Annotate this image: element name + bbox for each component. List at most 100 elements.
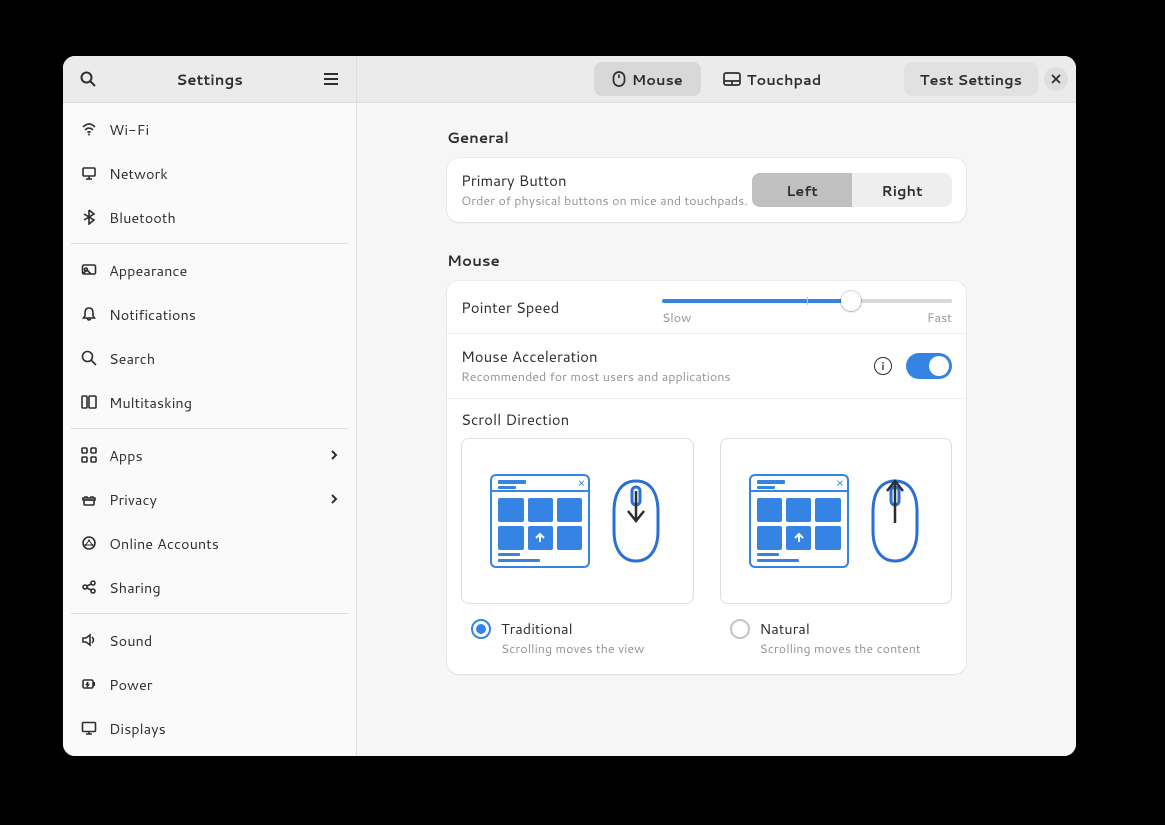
- sidebar-item-search[interactable]: Search: [63, 336, 356, 380]
- radio-icon: [471, 619, 491, 639]
- section-mouse-title: Mouse: [447, 250, 966, 271]
- card-general: Primary Button Order of physical buttons…: [447, 158, 966, 222]
- sidebar-item-label: Sharing: [109, 577, 161, 598]
- scroll-option-traditional: Traditional Scrolling moves the view: [461, 438, 694, 658]
- device-tabs: Mouse Touchpad: [594, 62, 840, 96]
- tab-touchpad[interactable]: Touchpad: [705, 62, 840, 96]
- sidebar-item-label: Bluetooth: [109, 207, 176, 228]
- sidebar-item-label: Privacy: [109, 489, 157, 510]
- settings-window: Settings Wi-Fi Network Bluetooth Appearance…: [63, 56, 1076, 756]
- switch-knob: [929, 356, 949, 376]
- sidebar-item-label: Sound: [109, 630, 152, 651]
- apps-icon: [81, 447, 97, 463]
- sidebar-item-displays[interactable]: Displays: [63, 706, 356, 750]
- acceleration-sub: Recommended for most users and applicati…: [461, 368, 874, 386]
- sidebar-item-label: Online Accounts: [109, 533, 219, 554]
- acceleration-switch[interactable]: [906, 353, 952, 379]
- scroll-traditional-sub: Scrolling moves the view: [501, 640, 644, 658]
- sharing-icon: [81, 579, 97, 595]
- sidebar-item-wi-fi[interactable]: Wi-Fi: [63, 107, 356, 151]
- sidebar-item-label: Wi-Fi: [109, 119, 149, 140]
- sidebar-item-network[interactable]: Network: [63, 151, 356, 195]
- row-scroll-direction: Scroll Direction: [447, 398, 966, 674]
- power-icon: [81, 676, 97, 692]
- mouse-up-arrow-icon: [867, 477, 923, 565]
- sidebar-item-label: Appearance: [109, 260, 187, 281]
- sidebar-item-sound[interactable]: Sound: [63, 618, 356, 662]
- scroll-illustration-natural: [720, 438, 953, 604]
- content-area: General Primary Button Order of physical…: [357, 103, 1076, 756]
- nav-separator: [71, 243, 348, 244]
- appearance-icon: [81, 262, 97, 278]
- app-title: Settings: [105, 69, 314, 90]
- nav-separator: [71, 428, 348, 429]
- scroll-radio-natural[interactable]: Natural Scrolling moves the content: [720, 618, 953, 658]
- close-button[interactable]: [1044, 67, 1068, 91]
- info-icon: i: [881, 358, 884, 374]
- scroll-natural-title: Natural: [760, 618, 921, 639]
- sidebar-item-appearance[interactable]: Appearance: [63, 248, 356, 292]
- chevron-right-icon: [328, 449, 340, 461]
- test-settings-button[interactable]: Test Settings: [904, 62, 1038, 96]
- sidebar-item-label: Apps: [109, 445, 143, 466]
- menu-button[interactable]: [314, 62, 348, 96]
- displays-icon: [81, 720, 97, 736]
- privacy-icon: [81, 491, 97, 507]
- scroll-direction-label: Scroll Direction: [461, 409, 952, 430]
- wifi-icon: [81, 121, 97, 137]
- pointer-speed-max: Fast: [927, 309, 952, 327]
- sidebar-item-bluetooth[interactable]: Bluetooth: [63, 195, 356, 239]
- row-primary-button: Primary Button Order of physical buttons…: [447, 158, 966, 222]
- pointer-speed-min: Slow: [662, 309, 691, 327]
- pointer-speed-label: Pointer Speed: [461, 295, 559, 318]
- sidebar-item-privacy[interactable]: Privacy: [63, 477, 356, 521]
- sidebar-nav: Wi-Fi Network Bluetooth Appearance Notificat…: [63, 103, 356, 756]
- online-accounts-icon: [81, 535, 97, 551]
- scroll-natural-sub: Scrolling moves the content: [760, 640, 921, 658]
- sidebar-item-sharing[interactable]: Sharing: [63, 565, 356, 609]
- primary-button-group: Left Right: [752, 173, 952, 207]
- main-titlebar: Mouse Touchpad Test Settings: [357, 56, 1076, 103]
- card-mouse: Pointer Speed Slow Fast: [447, 281, 966, 674]
- sidebar-item-label: Power: [109, 674, 152, 695]
- nav-separator: [71, 613, 348, 614]
- primary-button-right[interactable]: Right: [852, 173, 952, 207]
- primary-button-left[interactable]: Left: [752, 173, 852, 207]
- primary-button-sub: Order of physical buttons on mice and to…: [461, 192, 752, 210]
- hamburger-icon: [323, 71, 339, 87]
- sidebar-item-apps[interactable]: Apps: [63, 433, 356, 477]
- scroll-option-natural: Natural Scrolling moves the content: [720, 438, 953, 658]
- bell-icon: [81, 306, 97, 322]
- pointer-speed-slider[interactable]: [662, 299, 952, 303]
- search-button[interactable]: [71, 62, 105, 96]
- mouse-icon: [612, 71, 626, 87]
- row-mouse-acceleration: Mouse Acceleration Recommended for most …: [447, 333, 966, 398]
- sidebar-item-label: Search: [109, 348, 155, 369]
- tab-touchpad-label: Touchpad: [747, 69, 822, 90]
- sidebar-item-multitasking[interactable]: Multitasking: [63, 380, 356, 424]
- multitasking-icon: [81, 394, 97, 410]
- mouse-down-arrow-icon: [608, 477, 664, 565]
- primary-button-label: Primary Button: [461, 170, 752, 191]
- scroll-traditional-title: Traditional: [501, 618, 644, 639]
- touchpad-icon: [723, 72, 741, 86]
- magnifier-icon: [80, 71, 96, 87]
- sound-icon: [81, 632, 97, 648]
- scroll-radio-traditional[interactable]: Traditional Scrolling moves the view: [461, 618, 694, 658]
- sidebar-titlebar: Settings: [63, 56, 356, 103]
- sidebar-item-label: Notifications: [109, 304, 196, 325]
- sidebar-item-label: Multitasking: [109, 392, 192, 413]
- row-pointer-speed: Pointer Speed Slow Fast: [447, 281, 966, 333]
- sidebar-item-label: Displays: [109, 718, 166, 739]
- tab-mouse-label: Mouse: [632, 69, 683, 90]
- section-general-title: General: [447, 127, 966, 148]
- close-icon: [1051, 74, 1061, 84]
- acceleration-info-button[interactable]: i: [874, 357, 892, 375]
- radio-icon: [730, 619, 750, 639]
- sidebar-item-label: Network: [109, 163, 168, 184]
- sidebar-item-power[interactable]: Power: [63, 662, 356, 706]
- sidebar-item-notifications[interactable]: Notifications: [63, 292, 356, 336]
- test-settings-label: Test Settings: [920, 69, 1022, 90]
- tab-mouse[interactable]: Mouse: [594, 62, 701, 96]
- sidebar-item-online-accounts[interactable]: Online Accounts: [63, 521, 356, 565]
